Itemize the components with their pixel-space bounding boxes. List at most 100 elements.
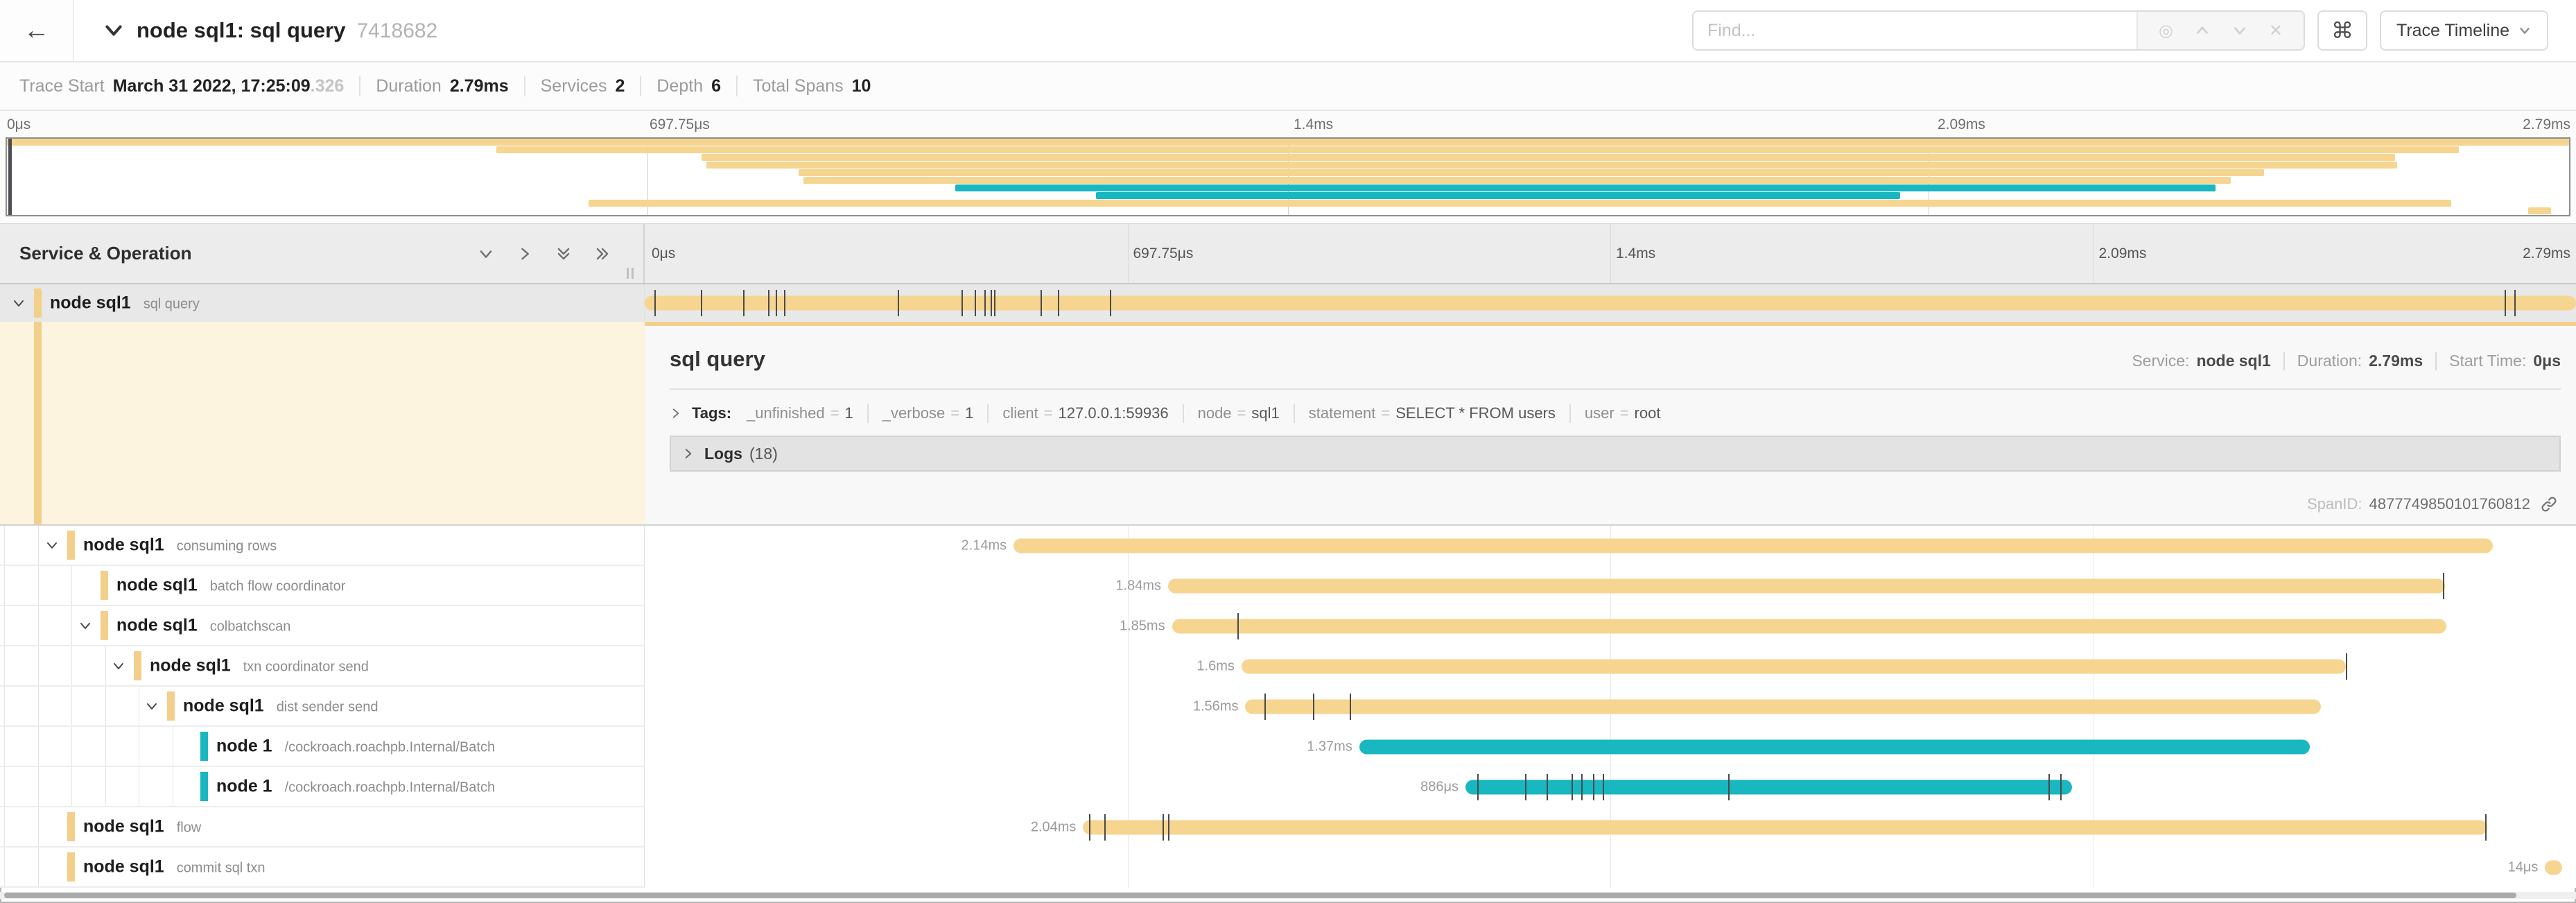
- span-id-row: SpanID: 4877749850101760812: [2307, 495, 2558, 513]
- horizontal-scrollbar[interactable]: [0, 892, 2576, 899]
- span-bar[interactable]: [1242, 660, 2347, 674]
- summary-label: Duration: [376, 76, 442, 96]
- minimap-row: [7, 162, 2569, 169]
- tag-item: _unfinished=1: [747, 404, 853, 422]
- span-bar[interactable]: [1083, 820, 2487, 835]
- chevron-down-icon[interactable]: [78, 618, 93, 633]
- span-bar[interactable]: [645, 296, 2576, 311]
- back-arrow-icon: ←: [24, 16, 50, 46]
- span-timeline-cell[interactable]: 1.56ms: [645, 687, 2576, 727]
- tree-guide-line: [4, 807, 5, 846]
- minimap-span[interactable]: [706, 162, 2397, 169]
- collapse-one-icon[interactable]: [477, 245, 495, 263]
- find-input[interactable]: [1694, 12, 2136, 49]
- span-timeline-cell[interactable]: 1.37ms: [645, 727, 2576, 767]
- logs-count: (18): [749, 445, 778, 463]
- minimap-span[interactable]: [803, 177, 2231, 184]
- minimap-span[interactable]: [1096, 192, 1901, 199]
- logs-label: Logs: [704, 445, 742, 463]
- minimap-span[interactable]: [799, 169, 2264, 176]
- span-row[interactable]: node sql1consuming rows2.14ms: [0, 526, 2576, 566]
- span-timeline-cell[interactable]: 1.84ms: [645, 566, 2576, 606]
- span-name-cell[interactable]: node sql1sql query: [0, 284, 645, 322]
- span-name-cell[interactable]: node sql1dist sender send: [0, 687, 645, 727]
- span-bar[interactable]: [1465, 780, 2072, 795]
- shortcuts-button[interactable]: ⌘: [2317, 10, 2367, 51]
- span-timeline-cell[interactable]: 1.85ms: [645, 606, 2576, 646]
- span-name-cell[interactable]: node sql1batch flow coordinator: [0, 566, 645, 606]
- view-dropdown[interactable]: Trace Timeline: [2380, 10, 2548, 51]
- span-name-cell[interactable]: node 1/cockroach.roachpb.Internal/Batch: [0, 727, 645, 767]
- column-resizer-grip[interactable]: [627, 268, 634, 279]
- focus-match-icon[interactable]: ◎: [2159, 21, 2173, 41]
- summary-value: 10: [852, 76, 871, 96]
- collapse-all-icon[interactable]: [555, 245, 573, 263]
- minimap-span[interactable]: [955, 184, 2216, 191]
- span-row[interactable]: node 1/cockroach.roachpb.Internal/Batch8…: [0, 767, 2576, 807]
- tags-accordion[interactable]: Tags: _unfinished=1_verbose=1client=127.…: [670, 404, 2561, 423]
- chevron-down-icon[interactable]: [2231, 22, 2248, 39]
- span-row[interactable]: node sql1batch flow coordinator1.84ms: [0, 566, 2576, 606]
- span-row[interactable]: node sql1colbatchscan1.85ms: [0, 606, 2576, 646]
- expand-one-icon[interactable]: [516, 245, 534, 263]
- service-operation-title: Service & Operation: [19, 243, 192, 264]
- log-tick: [2346, 653, 2347, 680]
- minimap-span[interactable]: [2528, 207, 2551, 214]
- span-name-cell[interactable]: node sql1consuming rows: [0, 526, 645, 566]
- log-tick: [2060, 774, 2062, 800]
- chevron-up-icon[interactable]: [2194, 22, 2211, 39]
- tree-guide-line: [38, 606, 39, 645]
- span-timeline-cell[interactable]: 886μs: [645, 767, 2576, 807]
- summary-value: 2: [615, 76, 625, 96]
- span-bar[interactable]: [1013, 539, 2493, 553]
- span-bar[interactable]: [1168, 579, 2445, 594]
- summary-value: 2.79ms: [450, 76, 509, 96]
- expand-all-icon[interactable]: [593, 245, 611, 263]
- chevron-down-icon[interactable]: [44, 538, 60, 553]
- span-bar[interactable]: [1172, 619, 2447, 634]
- span-row[interactable]: node 1/cockroach.roachpb.Internal/Batch 1…: [0, 727, 2576, 767]
- minimap-span[interactable]: [702, 154, 2395, 161]
- span-timeline-cell[interactable]: 2.14ms: [645, 526, 2576, 566]
- span-row[interactable]: node sql1dist sender send 1.56ms: [0, 687, 2576, 727]
- minimap-canvas[interactable]: [6, 137, 2570, 216]
- span-bar[interactable]: [2545, 861, 2562, 875]
- minimap-span[interactable]: [7, 139, 2569, 146]
- span-name-cell[interactable]: node sql1commit sql txn: [0, 848, 645, 888]
- timeline-gridline: [1128, 687, 1129, 727]
- duration-label: 1.37ms: [1307, 739, 1352, 755]
- back-button[interactable]: ←: [0, 0, 74, 61]
- detail-meta-label: Duration:: [2297, 352, 2362, 370]
- chevron-down-icon[interactable]: [144, 698, 159, 714]
- span-timeline-cell[interactable]: [645, 284, 2576, 322]
- detail-meta-value: node sql1: [2196, 352, 2270, 370]
- span-timeline-cell[interactable]: 1.6ms: [645, 646, 2576, 687]
- collapse-trace-chevron-icon[interactable]: [103, 20, 124, 41]
- chevron-down-icon[interactable]: [111, 658, 126, 673]
- scrollbar-thumb[interactable]: [4, 893, 2516, 898]
- span-bar[interactable]: [1245, 700, 2321, 714]
- duration-label: 1.56ms: [1193, 699, 1239, 715]
- span-name-cell[interactable]: node 1/cockroach.roachpb.Internal/Batch: [0, 767, 645, 807]
- span-detail-main: sql query Service:node sql1Duration:2.79…: [645, 322, 2576, 524]
- chevron-down-icon[interactable]: [11, 295, 26, 311]
- minimap-span[interactable]: [496, 146, 2459, 153]
- minimap-span[interactable]: [589, 200, 2451, 207]
- span-name-cell[interactable]: node sql1flow: [0, 807, 645, 848]
- span-bar[interactable]: [1359, 740, 2310, 755]
- link-icon[interactable]: [2540, 495, 2558, 513]
- minimap-left-handle[interactable]: [8, 139, 12, 215]
- span-name-cell[interactable]: node sql1txn coordinator send: [0, 646, 645, 687]
- span-name: node sql1txn coordinator send: [150, 656, 369, 676]
- clear-search-icon[interactable]: ✕: [2269, 21, 2283, 41]
- span-name-cell[interactable]: node sql1colbatchscan: [0, 606, 645, 646]
- logs-accordion[interactable]: Logs (18): [670, 436, 2561, 472]
- ruler-axis-label: 697.75μs: [1133, 246, 1194, 262]
- operation-name: sql query: [143, 297, 200, 313]
- span-row[interactable]: node sql1commit sql txn14μs: [0, 848, 2576, 888]
- span-row[interactable]: node sql1txn coordinator send 1.6ms: [0, 646, 2576, 687]
- span-row[interactable]: node sql1flow2.04ms: [0, 807, 2576, 848]
- span-row[interactable]: node sql1sql query: [0, 284, 2576, 322]
- span-timeline-cell[interactable]: 2.04ms: [645, 807, 2576, 848]
- span-timeline-cell[interactable]: 14μs: [645, 848, 2576, 888]
